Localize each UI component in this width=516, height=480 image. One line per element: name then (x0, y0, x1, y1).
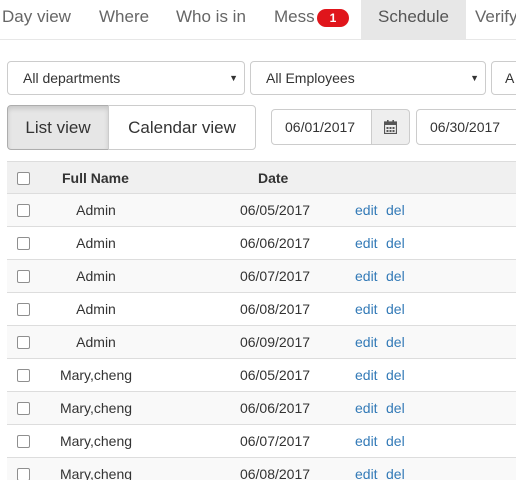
tab-schedule[interactable]: Schedule (361, 0, 466, 39)
third-select[interactable]: A (491, 61, 516, 95)
tab-messages[interactable]: Mess 1 (274, 0, 354, 39)
delete-link[interactable]: del (386, 458, 405, 480)
row-date: 06/06/2017 (239, 235, 311, 251)
chevron-down-icon: ▼ (470, 73, 479, 83)
department-select[interactable]: All departments ▼ (7, 61, 245, 95)
calendar-icon (384, 120, 397, 134)
row-full-name: Mary,cheng (59, 433, 133, 449)
delete-link[interactable]: del (386, 359, 405, 391)
edit-link[interactable]: edit (355, 260, 378, 292)
delete-link[interactable]: del (386, 260, 405, 292)
date-from-input[interactable]: 06/01/2017 (271, 109, 372, 145)
row-full-name: Admin (76, 334, 116, 350)
tab-who-is-in[interactable]: Who is in (176, 0, 246, 39)
row-date: 06/09/2017 (239, 334, 311, 350)
table-row: Admin 06/05/2017 edit del (7, 194, 516, 227)
edit-link[interactable]: edit (355, 194, 378, 226)
edit-link[interactable]: edit (355, 293, 378, 325)
select-all-checkbox[interactable] (17, 172, 30, 185)
tab-verify[interactable]: Verify (475, 0, 516, 39)
employee-select[interactable]: All Employees ▼ (250, 61, 486, 95)
row-full-name: Mary,cheng (59, 400, 133, 416)
table-row: Mary,cheng 06/06/2017 edit del (7, 392, 516, 425)
date-to-input[interactable]: 06/30/2017 (416, 109, 516, 145)
row-date: 06/07/2017 (239, 433, 311, 449)
tab-where[interactable]: Where (99, 0, 149, 39)
edit-link[interactable]: edit (355, 458, 378, 480)
table-row: Mary,cheng 06/05/2017 edit del (7, 359, 516, 392)
delete-link[interactable]: del (386, 227, 405, 259)
table-row: Admin 06/06/2017 edit del (7, 227, 516, 260)
table-row: Admin 06/08/2017 edit del (7, 293, 516, 326)
table-row: Mary,cheng 06/07/2017 edit del (7, 425, 516, 458)
row-full-name: Mary,cheng (59, 367, 133, 383)
row-date: 06/05/2017 (239, 202, 311, 218)
table-row: Admin 06/07/2017 edit del (7, 260, 516, 293)
row-full-name: Admin (76, 301, 116, 317)
delete-link[interactable]: del (386, 293, 405, 325)
schedule-table: Full Name Date Admin 06/05/2017 edit del Adm… (7, 161, 516, 480)
row-date: 06/08/2017 (239, 301, 311, 317)
row-full-name: Mary,cheng (59, 466, 133, 480)
calendar-view-button[interactable]: Calendar view (108, 105, 256, 150)
row-date: 06/08/2017 (239, 466, 311, 480)
edit-link[interactable]: edit (355, 425, 378, 457)
department-select-value: All departments (23, 70, 121, 86)
edit-link[interactable]: edit (355, 326, 378, 358)
row-date: 06/07/2017 (239, 268, 311, 284)
edit-link[interactable]: edit (355, 392, 378, 424)
employee-select-value: All Employees (266, 70, 355, 86)
table-header: Full Name Date (7, 161, 516, 194)
row-full-name: Admin (76, 268, 116, 284)
delete-link[interactable]: del (386, 392, 405, 424)
chevron-down-icon: ▼ (229, 73, 238, 83)
row-full-name: Admin (76, 202, 116, 218)
third-select-value: A (505, 70, 515, 86)
list-view-button[interactable]: List view (7, 105, 109, 150)
calendar-button[interactable] (372, 109, 410, 145)
delete-link[interactable]: del (386, 194, 405, 226)
tab-messages-label: Mess (274, 7, 315, 26)
unread-badge: 1 (317, 9, 349, 27)
delete-link[interactable]: del (386, 326, 405, 358)
delete-link[interactable]: del (386, 425, 405, 457)
top-nav: Day view Where Who is in Mess 1 Schedule… (0, 0, 516, 40)
row-date: 06/06/2017 (239, 400, 311, 416)
edit-link[interactable]: edit (355, 359, 378, 391)
table-body: Admin 06/05/2017 edit del Admin 06/06/2017 edi… (7, 194, 516, 480)
table-row: Admin 06/09/2017 edit del (7, 326, 516, 359)
table-row: Mary,cheng 06/08/2017 edit del (7, 458, 516, 480)
column-header-date[interactable]: Date (258, 162, 288, 194)
row-date: 06/05/2017 (239, 367, 311, 383)
edit-link[interactable]: edit (355, 227, 378, 259)
column-header-full-name[interactable]: Full Name (62, 162, 129, 194)
row-full-name: Admin (76, 235, 116, 251)
tab-day-view[interactable]: Day view (2, 0, 71, 39)
